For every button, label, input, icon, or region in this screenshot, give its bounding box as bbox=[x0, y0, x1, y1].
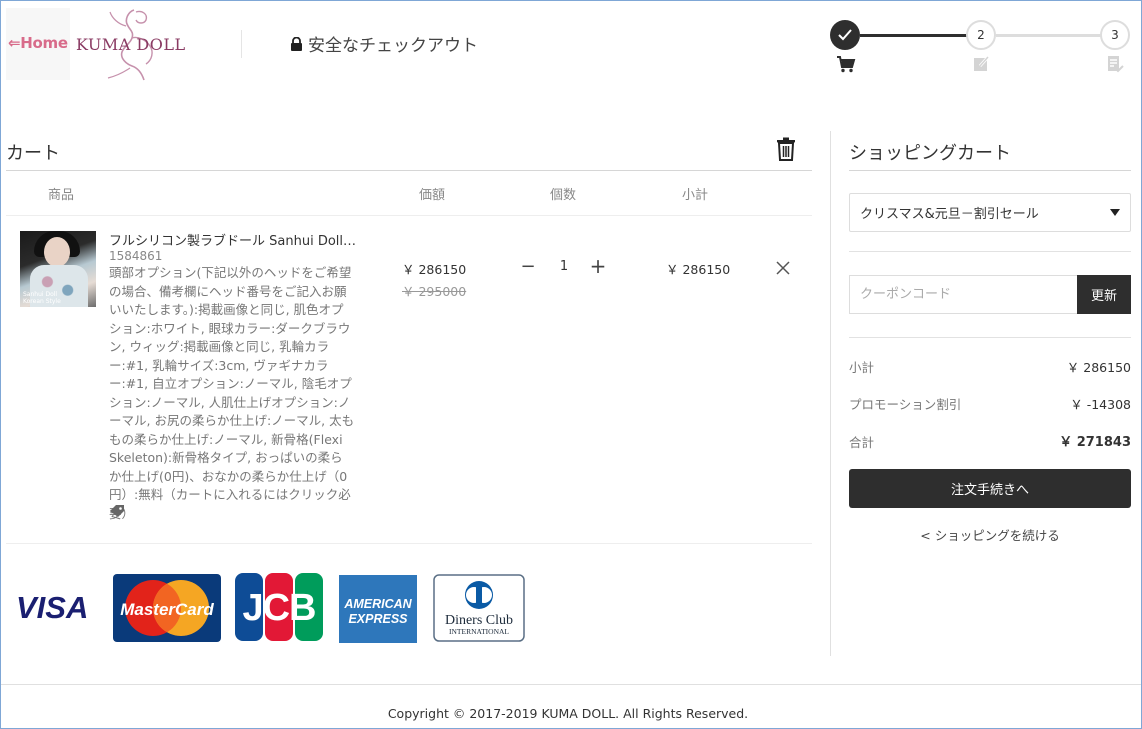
step-2-circle: 2 bbox=[966, 20, 996, 50]
summary-title-divider bbox=[849, 170, 1131, 171]
summary-discount-label: プロモーション割引 bbox=[849, 397, 962, 412]
step-line-2 bbox=[996, 34, 1102, 37]
tag-icon[interactable] bbox=[109, 504, 125, 518]
summary-discount-value: ￥ -14308 bbox=[1070, 397, 1131, 412]
chevron-down-icon bbox=[1110, 209, 1120, 216]
logo-text: KUMA DOLL bbox=[76, 35, 186, 54]
column-header-quantity: 個数 bbox=[550, 188, 577, 203]
secure-checkout-label: 安全なチェックアウト bbox=[290, 31, 478, 56]
shopping-cart-title: ショッピングカート bbox=[849, 143, 1011, 164]
continue-shopping-link[interactable]: < ショッピングを続ける bbox=[849, 525, 1131, 544]
trash-icon[interactable] bbox=[776, 137, 796, 161]
promotion-selected-value: クリスマス&元旦－割引セール bbox=[860, 207, 1039, 222]
quantity-increase-button[interactable]: + bbox=[589, 255, 607, 277]
edit-icon bbox=[974, 56, 990, 71]
column-header-product: 商品 bbox=[48, 188, 75, 203]
header-divider bbox=[241, 30, 242, 58]
remove-item-icon[interactable] bbox=[776, 261, 790, 275]
product-subtotal: ￥ 286150 bbox=[666, 262, 731, 277]
svg-text:MasterCard: MasterCard bbox=[120, 600, 214, 619]
cart-item-divider bbox=[6, 543, 812, 544]
summary-subtotal-label: 小計 bbox=[849, 360, 875, 375]
visa-logo: VISA bbox=[16, 590, 88, 625]
checkout-button[interactable]: 注文手続きへ bbox=[849, 469, 1131, 508]
product-image-face bbox=[44, 237, 70, 267]
home-link[interactable]: ⇐Home bbox=[8, 34, 68, 52]
summary-total-label: 合計 bbox=[849, 435, 875, 450]
cart-icon bbox=[837, 56, 856, 73]
column-header-subtotal: 小計 bbox=[682, 188, 709, 203]
step-line-1 bbox=[860, 34, 968, 37]
checklist-icon bbox=[1108, 56, 1124, 73]
product-price-original: ￥ 295000 bbox=[402, 284, 467, 299]
svg-text:AMERICAN: AMERICAN bbox=[343, 597, 412, 611]
mastercard-logo: MasterCard bbox=[113, 574, 221, 642]
footer-divider bbox=[1, 684, 1141, 685]
copyright-text: Copyright © 2017-2019 KUMA DOLL. All Rig… bbox=[387, 706, 749, 721]
check-icon bbox=[838, 29, 852, 41]
product-options: 頭部オプション(下記以外のヘッドをご希望の場合、備考欄にヘッド番号をご記入お願い… bbox=[109, 265, 355, 521]
promotion-select[interactable]: クリスマス&元旦－割引セール bbox=[849, 193, 1131, 232]
jcb-logo: JCB bbox=[235, 573, 323, 641]
step-3-circle: 3 bbox=[1100, 20, 1130, 50]
quantity-value[interactable]: 1 bbox=[554, 259, 574, 274]
svg-text:JCB: JCB bbox=[242, 587, 315, 629]
summary-total-value: ￥ 271843 bbox=[1059, 435, 1131, 450]
promo-divider bbox=[849, 251, 1131, 252]
product-image[interactable]: Sanhui Doll Korean Style bbox=[20, 231, 96, 307]
product-sku: 1584861 bbox=[109, 249, 163, 263]
diners-club-logo: Diners Club INTERNATIONAL bbox=[433, 574, 525, 642]
product-price: ￥ 286150 bbox=[402, 262, 467, 277]
product-image-caption: Sanhui Doll Korean Style bbox=[23, 291, 61, 305]
coupon-code-input[interactable] bbox=[849, 275, 1077, 314]
quantity-decrease-button[interactable]: − bbox=[520, 257, 536, 277]
coupon-update-button[interactable]: 更新 bbox=[1077, 275, 1131, 314]
svg-text:INTERNATIONAL: INTERNATIONAL bbox=[449, 627, 509, 636]
svg-text:Diners Club: Diners Club bbox=[445, 613, 513, 628]
summary-subtotal-value: ￥ 286150 bbox=[1066, 360, 1131, 375]
cart-title-divider bbox=[6, 170, 812, 171]
header: ⇐Home KUMA DOLL 安全なチェックアウト 2 3 bbox=[0, 0, 1142, 90]
secure-checkout-text: 安全なチェックアウト bbox=[308, 36, 478, 56]
coupon-divider bbox=[849, 337, 1131, 338]
cart-title: カート bbox=[6, 143, 60, 164]
svg-text:EXPRESS: EXPRESS bbox=[348, 612, 408, 626]
panel-divider bbox=[830, 131, 831, 656]
svg-text:VISA: VISA bbox=[16, 590, 88, 625]
american-express-logo: AMERICAN EXPRESS bbox=[339, 575, 417, 643]
column-header-price: 価額 bbox=[419, 188, 446, 203]
column-header-divider bbox=[6, 215, 812, 216]
product-name[interactable]: フルシリコン製ラブドール Sanhui Doll 156cm bbox=[109, 230, 359, 249]
checkout-steps: 2 3 bbox=[830, 18, 1132, 78]
step-1-circle bbox=[830, 20, 860, 50]
lock-icon bbox=[291, 36, 302, 51]
